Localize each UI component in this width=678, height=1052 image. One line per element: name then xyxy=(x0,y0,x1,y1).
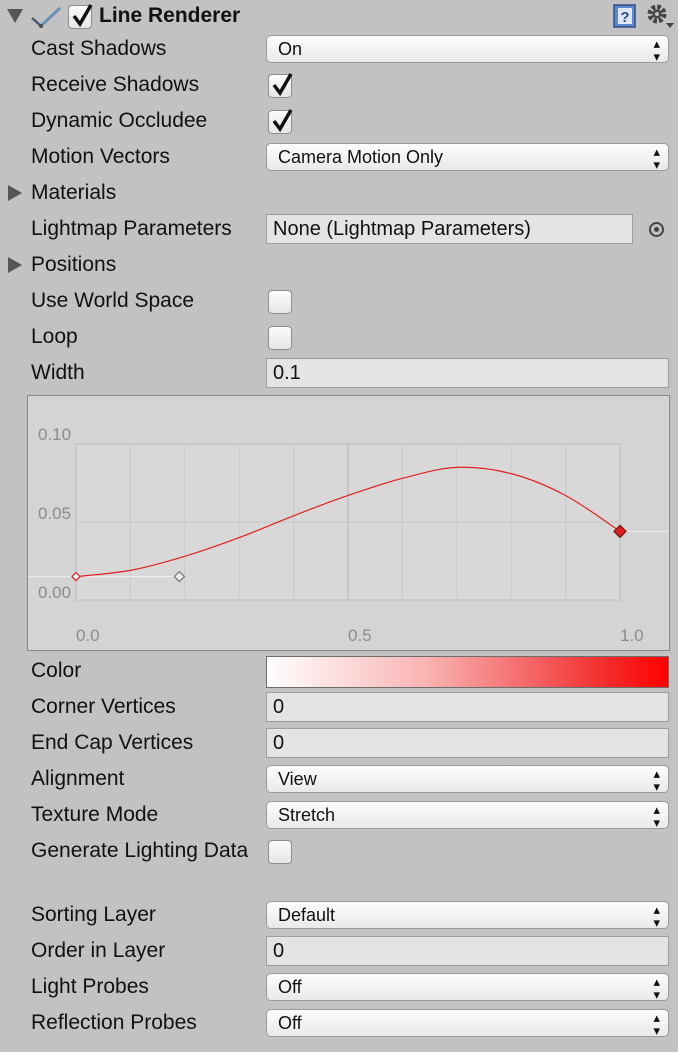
width-field[interactable]: 0.1 xyxy=(266,358,669,388)
width-curve-plot[interactable] xyxy=(28,396,669,650)
dynamic-occludee-label: Dynamic Occludee xyxy=(31,109,208,132)
gear-icon[interactable] xyxy=(646,3,674,29)
loop-label: Loop xyxy=(31,325,78,348)
sorting-layer-dropdown[interactable]: Default ▴ ▾ xyxy=(266,901,669,929)
collapse-arrow-icon[interactable] xyxy=(7,9,23,23)
y-tick-label: 0.05 xyxy=(38,504,72,523)
component-title: Line Renderer xyxy=(99,4,241,27)
sorting-layer-value: Default xyxy=(278,905,336,925)
alignment-value: View xyxy=(278,769,317,789)
light-probes-value: Off xyxy=(278,977,302,997)
light-probes-dropdown[interactable]: Off ▴ ▾ xyxy=(266,973,669,1001)
order-in-layer-label: Order in Layer xyxy=(31,939,166,962)
reflection-probes-dropdown[interactable]: Off ▴ ▾ xyxy=(266,1009,669,1037)
checkmark-icon xyxy=(272,73,293,97)
receive-shadows-label: Receive Shadows xyxy=(31,73,200,96)
checkmark-icon xyxy=(72,4,93,28)
lightmap-parameters-label: Lightmap Parameters xyxy=(31,217,232,240)
color-label: Color xyxy=(31,659,82,682)
alignment-label: Alignment xyxy=(31,767,125,790)
dropdown-arrows-icon: ▴ ▾ xyxy=(653,36,660,64)
dynamic-occludee-checkbox[interactable] xyxy=(268,109,293,134)
motion-vectors-value: Camera Motion Only xyxy=(278,147,444,167)
use-world-space-label: Use World Space xyxy=(31,289,195,312)
component-header: Line Renderer ? xyxy=(0,0,678,34)
texture-mode-label: Texture Mode xyxy=(31,803,159,826)
color-gradient-field[interactable] xyxy=(266,656,669,688)
cast-shadows-dropdown[interactable]: On ▴ ▾ xyxy=(266,35,669,63)
order-in-layer-field[interactable]: 0 xyxy=(266,936,669,966)
x-tick-label: 0.5 xyxy=(348,626,372,645)
cast-shadows-value: On xyxy=(278,39,303,59)
dropdown-arrows-icon: ▴ ▾ xyxy=(653,902,660,930)
motion-vectors-label: Motion Vectors xyxy=(31,145,170,168)
y-tick-label: 0.00 xyxy=(38,583,72,602)
dropdown-arrows-icon: ▴ ▾ xyxy=(653,766,660,794)
help-book-icon[interactable]: ? xyxy=(612,3,638,29)
lightmap-parameters-field[interactable]: None (Lightmap Parameters) xyxy=(266,214,633,244)
positions-foldout-arrow-icon[interactable] xyxy=(8,257,22,273)
cast-shadows-label: Cast Shadows xyxy=(31,37,167,60)
width-curve-editor[interactable]: 0.10 0.05 0.00 0.0 0.5 1.0 xyxy=(27,395,670,651)
component-enabled-checkbox[interactable] xyxy=(68,4,93,29)
dropdown-arrows-icon: ▴ ▾ xyxy=(653,144,660,172)
dropdown-arrows-icon: ▴ ▾ xyxy=(653,1010,660,1038)
x-tick-label: 0.0 xyxy=(76,626,100,645)
sorting-layer-label: Sorting Layer xyxy=(31,903,156,926)
end-cap-vertices-field[interactable]: 0 xyxy=(266,728,669,758)
reflection-probes-value: Off xyxy=(278,1013,302,1033)
motion-vectors-dropdown[interactable]: Camera Motion Only ▴ ▾ xyxy=(266,143,669,171)
corner-vertices-label: Corner Vertices xyxy=(31,695,176,718)
light-probes-label: Light Probes xyxy=(31,975,149,998)
svg-text:?: ? xyxy=(620,9,629,26)
y-tick-label: 0.10 xyxy=(38,425,72,444)
texture-mode-value: Stretch xyxy=(278,805,336,825)
texture-mode-dropdown[interactable]: Stretch ▴ ▾ xyxy=(266,801,669,829)
alignment-dropdown[interactable]: View ▴ ▾ xyxy=(266,765,669,793)
positions-foldout-label[interactable]: Positions xyxy=(31,253,116,277)
reflection-probes-label: Reflection Probes xyxy=(31,1011,197,1034)
object-picker-icon[interactable] xyxy=(649,222,664,237)
dropdown-arrows-icon: ▴ ▾ xyxy=(653,974,660,1002)
receive-shadows-checkbox[interactable] xyxy=(268,73,293,98)
loop-checkbox[interactable] xyxy=(268,326,292,350)
line-renderer-icon xyxy=(31,6,62,29)
corner-vertices-field[interactable]: 0 xyxy=(266,692,669,722)
materials-foldout-arrow-icon[interactable] xyxy=(8,185,22,201)
end-cap-vertices-label: End Cap Vertices xyxy=(31,731,194,754)
generate-lighting-data-label: Generate Lighting Data xyxy=(31,839,249,862)
use-world-space-checkbox[interactable] xyxy=(268,290,292,314)
generate-lighting-data-checkbox[interactable] xyxy=(268,840,292,864)
dropdown-arrows-icon: ▴ ▾ xyxy=(653,802,660,830)
materials-foldout-label[interactable]: Materials xyxy=(31,181,116,205)
checkmark-icon xyxy=(272,109,293,133)
width-label: Width xyxy=(31,361,85,384)
x-tick-label: 1.0 xyxy=(620,626,644,645)
